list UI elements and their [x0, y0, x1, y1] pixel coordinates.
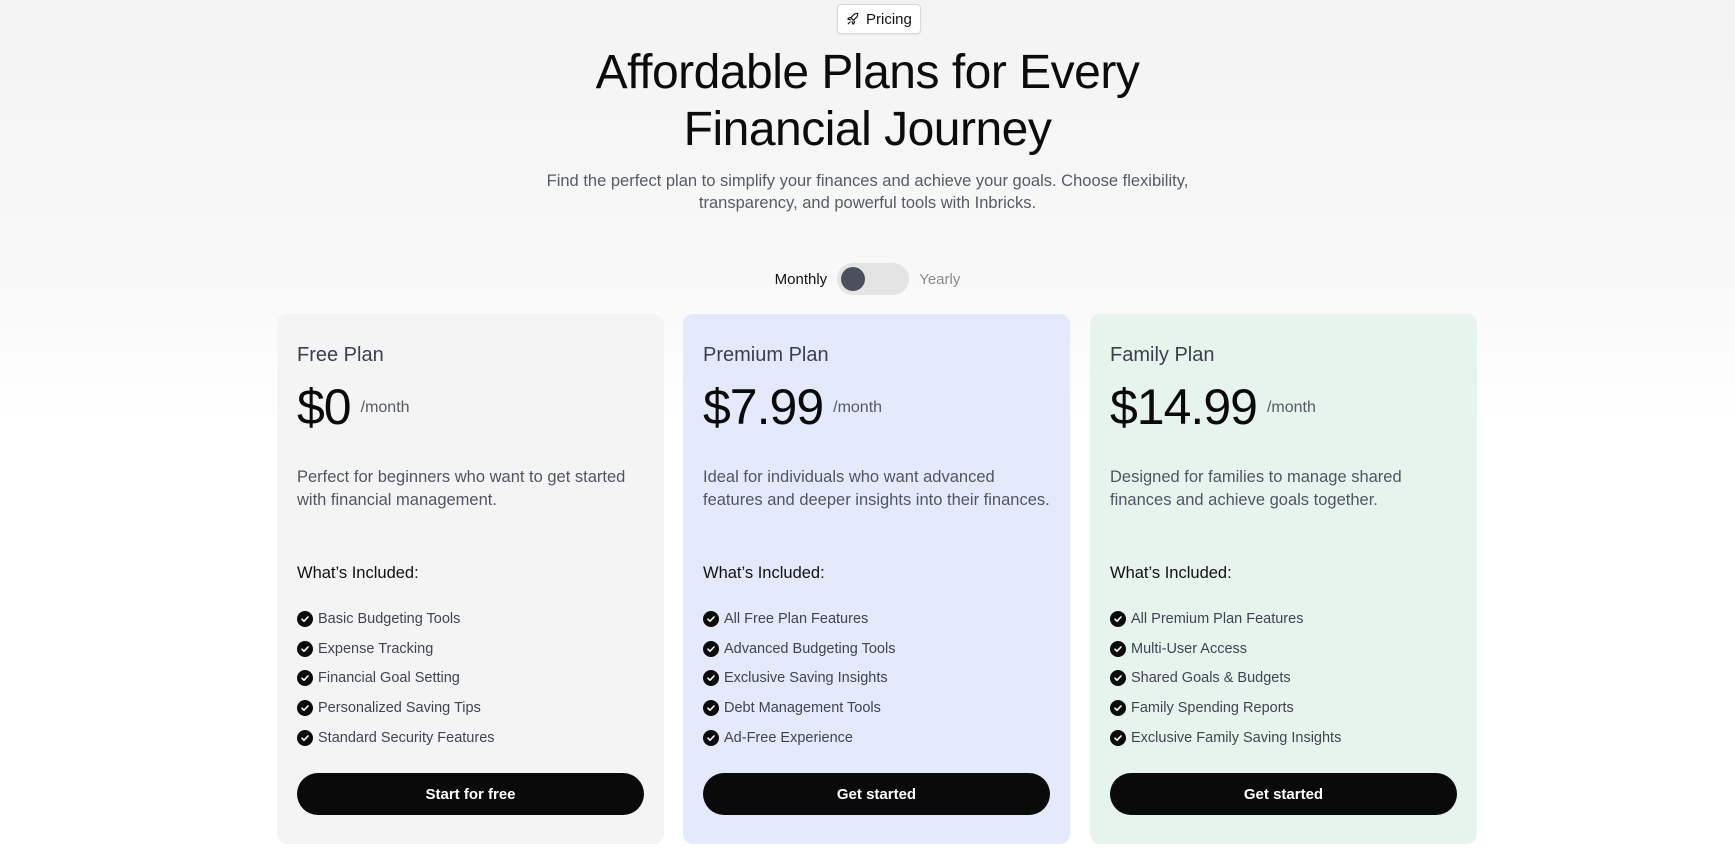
feature-label: Advanced Budgeting Tools [724, 640, 896, 657]
feature-label: Financial Goal Setting [318, 670, 460, 687]
page-subtitle: Find the perfect plan to simplify your f… [0, 170, 1735, 214]
check-circle-icon [297, 670, 313, 687]
plan-price: $0 [297, 379, 352, 435]
subtitle-line-2: transparency, and powerful tools with In… [698, 194, 1037, 212]
title-line-1: Affordable Plans for Every [595, 46, 1140, 99]
switch-knob [841, 267, 866, 291]
feature-item: Exclusive Family Saving Insights [1110, 723, 1341, 753]
billing-toggle: Monthly Yearly [0, 263, 1735, 295]
feature-item: Ad-Free Experience [703, 723, 895, 753]
plan-name: Premium Plan [703, 344, 829, 366]
yearly-label[interactable]: Yearly [919, 271, 960, 288]
plan-description: Designed for families to manage shared f… [1110, 468, 1402, 509]
check-circle-icon [1110, 729, 1126, 746]
pricing-badge: Pricing [837, 4, 921, 34]
plan-name: Family Plan [1110, 344, 1215, 366]
feature-item: Exclusive Saving Insights [703, 663, 895, 693]
rocket-icon [846, 12, 860, 26]
feature-item: Multi-User Access [1110, 634, 1341, 664]
feature-item: All Premium Plan Features [1110, 604, 1341, 634]
feature-list: All Free Plan Features Advanced Budgetin… [703, 604, 895, 752]
check-circle-icon [1110, 640, 1126, 657]
plan-card-premium: Premium Plan $7.99 /month Ideal for indi… [683, 314, 1070, 844]
feature-item: Debt Management Tools [703, 693, 895, 723]
feature-label: All Premium Plan Features [1131, 610, 1304, 627]
feature-item: Shared Goals & Budgets [1110, 663, 1341, 693]
title-line-2: Financial Journey [683, 103, 1052, 156]
feature-label: Standard Security Features [318, 729, 495, 746]
feature-label: Personalized Saving Tips [318, 699, 481, 716]
price-row: $0 /month [297, 378, 410, 436]
included-heading: What’s Included: [297, 564, 419, 582]
feature-label: Expense Tracking [318, 640, 434, 657]
check-circle-icon [703, 610, 719, 627]
feature-label: Exclusive Family Saving Insights [1131, 729, 1342, 746]
feature-label: Family Spending Reports [1131, 699, 1294, 716]
plan-description: Ideal for individuals who want advanced … [703, 468, 1050, 509]
plan-description: Perfect for beginners who want to get st… [297, 468, 626, 509]
check-circle-icon [703, 670, 719, 687]
check-circle-icon [1110, 670, 1126, 687]
feature-list: Basic Budgeting Tools Expense Tracking F… [297, 604, 495, 752]
feature-label: Multi-User Access [1131, 640, 1248, 657]
price-row: $7.99 /month [703, 378, 882, 436]
plan-card-free: Free Plan $0 /month Perfect for beginner… [277, 314, 664, 844]
plan-price: $7.99 [703, 379, 824, 435]
check-circle-icon [297, 699, 313, 716]
feature-item: Basic Budgeting Tools [297, 604, 495, 634]
feature-item: Advanced Budgeting Tools [703, 634, 895, 664]
plan-price: $14.99 [1110, 379, 1258, 435]
check-circle-icon [297, 610, 313, 627]
get-started-premium-button[interactable]: Get started [703, 773, 1050, 815]
check-circle-icon [703, 640, 719, 657]
plan-period: /month [1266, 399, 1316, 416]
feature-item: Personalized Saving Tips [297, 693, 495, 723]
feature-item: Financial Goal Setting [297, 663, 495, 693]
check-circle-icon [703, 699, 719, 716]
feature-label: All Free Plan Features [724, 610, 869, 627]
price-row: $14.99 /month [1110, 378, 1316, 436]
check-circle-icon [703, 729, 719, 746]
included-heading: What’s Included: [703, 564, 825, 582]
billing-switch[interactable] [837, 263, 910, 295]
feature-label: Ad-Free Experience [724, 729, 853, 746]
check-circle-icon [297, 729, 313, 746]
included-heading: What’s Included: [1110, 564, 1232, 582]
check-circle-icon [1110, 610, 1126, 627]
start-for-free-button[interactable]: Start for free [297, 773, 644, 815]
get-started-family-button[interactable]: Get started [1110, 773, 1457, 815]
plan-period: /month [833, 399, 883, 416]
feature-list: All Premium Plan Features Multi-User Acc… [1110, 604, 1341, 752]
check-circle-icon [297, 640, 313, 657]
feature-label: Exclusive Saving Insights [724, 670, 888, 687]
plan-card-family: Family Plan $14.99 /month Designed for f… [1090, 314, 1477, 844]
check-circle-icon [1110, 699, 1126, 716]
subtitle-line-1: Find the perfect plan to simplify your f… [546, 172, 1189, 190]
feature-item: Standard Security Features [297, 723, 495, 753]
badge-label: Pricing [866, 10, 912, 28]
page-title: Affordable Plans for Every Financial Jou… [0, 44, 1735, 158]
feature-item: All Free Plan Features [703, 604, 895, 634]
feature-item: Expense Tracking [297, 634, 495, 664]
feature-label: Debt Management Tools [724, 699, 881, 716]
feature-item: Family Spending Reports [1110, 693, 1341, 723]
feature-label: Shared Goals & Budgets [1131, 670, 1291, 687]
plan-period: /month [360, 399, 410, 416]
monthly-label[interactable]: Monthly [775, 271, 828, 288]
plan-name: Free Plan [297, 344, 384, 366]
feature-label: Basic Budgeting Tools [318, 610, 461, 627]
